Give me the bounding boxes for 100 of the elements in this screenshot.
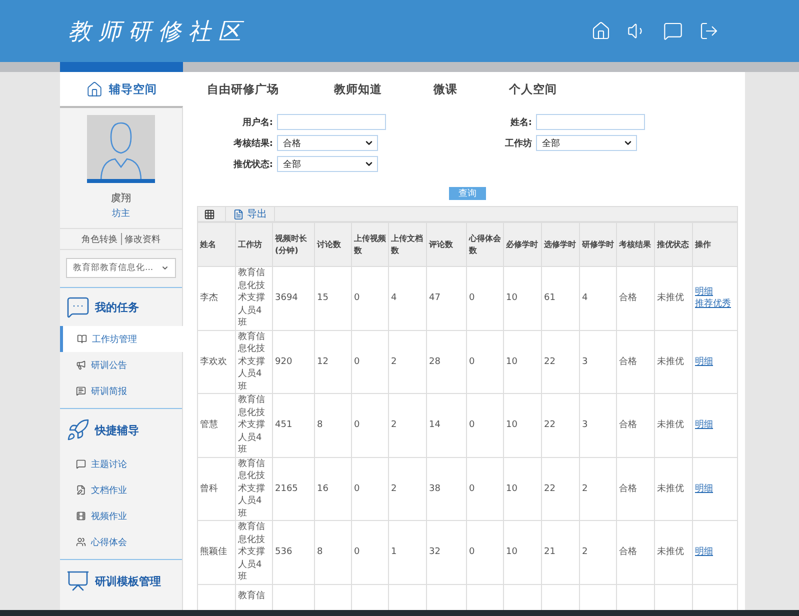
sidebar-item[interactable]: 研训简报 <box>60 378 182 404</box>
table-cell: 2165 <box>275 484 298 494</box>
column-header: 姓名 <box>198 222 236 266</box>
table-cell: 2 <box>582 547 588 557</box>
section-title[interactable]: 我的任务 <box>95 300 139 314</box>
table-cell: 未推优 <box>657 293 684 303</box>
message-icon[interactable] <box>663 21 683 41</box>
table-cell: 4 <box>391 293 397 303</box>
table-cell: 管慧 <box>200 420 218 430</box>
nav-tab[interactable]: 教师知道 <box>303 72 413 106</box>
field-label: 考核结果: <box>232 137 273 150</box>
table-cell: 2 <box>391 484 397 494</box>
table-cell: 14 <box>429 420 440 430</box>
rocket-icon <box>66 418 90 442</box>
table-cell: 0 <box>469 547 475 557</box>
table-cell: 熊颖佳 <box>200 547 227 557</box>
select-field[interactable]: 全部 <box>277 156 378 172</box>
table-cell: 李欢欢 <box>200 356 227 366</box>
action-link[interactable]: 明细 <box>695 547 713 557</box>
column-header: 选修学时 <box>542 222 580 266</box>
profile-link[interactable]: 角色转换 <box>82 232 118 246</box>
table-cell: 合格 <box>619 484 637 494</box>
field-label: 工作坊 <box>504 137 532 150</box>
table-cell: 3694 <box>275 293 298 303</box>
table-cell: 0 <box>469 484 475 494</box>
field-label: 推优状态: <box>232 158 273 170</box>
logout-icon[interactable] <box>699 21 719 41</box>
column-header: 视频时长(分钟) <box>272 222 314 266</box>
table-cell: 2 <box>391 356 397 366</box>
table-cell: 1 <box>391 547 397 557</box>
sidebar-item[interactable]: 文档作业 <box>60 477 182 503</box>
table-cell: 920 <box>275 356 292 366</box>
table-cell: 8 <box>317 547 323 557</box>
table-cell: 李杰 <box>200 293 218 303</box>
chevron-icon <box>623 138 633 148</box>
workshop-select[interactable]: 教育部教育信息化... <box>66 258 176 278</box>
table-cell: 21 <box>544 547 556 557</box>
table-cell: 未推优 <box>657 547 684 557</box>
nav-tab[interactable]: 自由研修广场 <box>183 72 303 106</box>
sidebar-item[interactable]: 研训公告 <box>60 352 182 378</box>
table-cell: 47 <box>429 293 440 303</box>
action-link[interactable]: 明细 <box>695 286 713 297</box>
action-link[interactable]: 推荐优秀 <box>695 299 731 310</box>
table-cell: 32 <box>429 547 440 557</box>
table-cell: 未推优 <box>657 420 684 430</box>
table-cell: 536 <box>275 547 292 557</box>
sidebar-item[interactable]: 主题讨论 <box>60 451 182 477</box>
nav-tab[interactable]: 微课 <box>413 72 478 106</box>
column-header: 考核结果 <box>616 222 654 266</box>
chevron-icon <box>364 159 374 169</box>
table-cell: 0 <box>354 293 360 303</box>
table-cell: 合格 <box>619 420 637 430</box>
home-icon[interactable] <box>591 21 611 41</box>
presentation-icon <box>66 569 90 593</box>
site-title: 教师研修社区 <box>68 18 248 46</box>
export-button[interactable]: 导出 <box>225 207 275 221</box>
column-header: 推优状态 <box>654 222 692 266</box>
table-cell: 0 <box>469 356 475 366</box>
table-cell: 曾科 <box>200 484 218 494</box>
column-header: 上传文档数 <box>388 222 426 266</box>
input-field[interactable] <box>277 114 386 130</box>
megaphone-icon <box>76 360 86 370</box>
column-header: 心得体会数 <box>466 222 504 266</box>
select-field[interactable]: 合格 <box>277 135 378 151</box>
action-link[interactable]: 明细 <box>695 420 713 430</box>
profile-link[interactable]: 修改资料 <box>124 232 160 246</box>
select-field[interactable]: 全部 <box>536 135 637 151</box>
grid-icon[interactable] <box>204 208 215 220</box>
table-cell: 451 <box>275 420 292 430</box>
book-icon <box>77 334 87 344</box>
table-cell: 教育信息化技术支撑人员4班 <box>238 458 265 518</box>
table-cell: 3 <box>582 420 588 430</box>
column-header: 操作 <box>692 222 738 266</box>
document-icon <box>76 485 86 495</box>
table-cell: 0 <box>354 547 360 557</box>
table-cell: 0 <box>354 420 360 430</box>
message-icon <box>76 459 86 469</box>
section-title[interactable]: 研训模板管理 <box>95 574 161 588</box>
action-link[interactable]: 明细 <box>695 356 713 366</box>
input-field[interactable] <box>536 114 645 130</box>
column-header: 研修学时 <box>580 222 616 266</box>
avatar-icon <box>87 115 155 183</box>
action-link[interactable]: 明细 <box>695 484 713 494</box>
section-title[interactable]: 快捷辅导 <box>95 422 139 438</box>
table-cell: 未推优 <box>657 484 684 494</box>
column-header: 评论数 <box>426 222 466 266</box>
table-cell: 合格 <box>619 293 637 303</box>
table-cell: 16 <box>317 484 328 494</box>
column-header: 讨论数 <box>314 222 352 266</box>
sidebar-item[interactable]: 工作坊管理 <box>60 326 183 352</box>
nav-tab[interactable]: 个人空间 <box>478 72 588 106</box>
table-cell: 10 <box>506 547 518 557</box>
home-icon <box>86 80 103 98</box>
table-cell: 10 <box>506 484 518 494</box>
field-label: 姓名: <box>509 116 532 128</box>
field-label: 用户名: <box>241 116 273 128</box>
sidebar-item[interactable]: 视频作业 <box>60 503 182 529</box>
sidebar-item[interactable]: 心得体会 <box>60 529 182 555</box>
table-cell: 教育信息化技术支撑人员4班 <box>238 395 265 455</box>
table-cell: 教育信 <box>238 590 265 600</box>
